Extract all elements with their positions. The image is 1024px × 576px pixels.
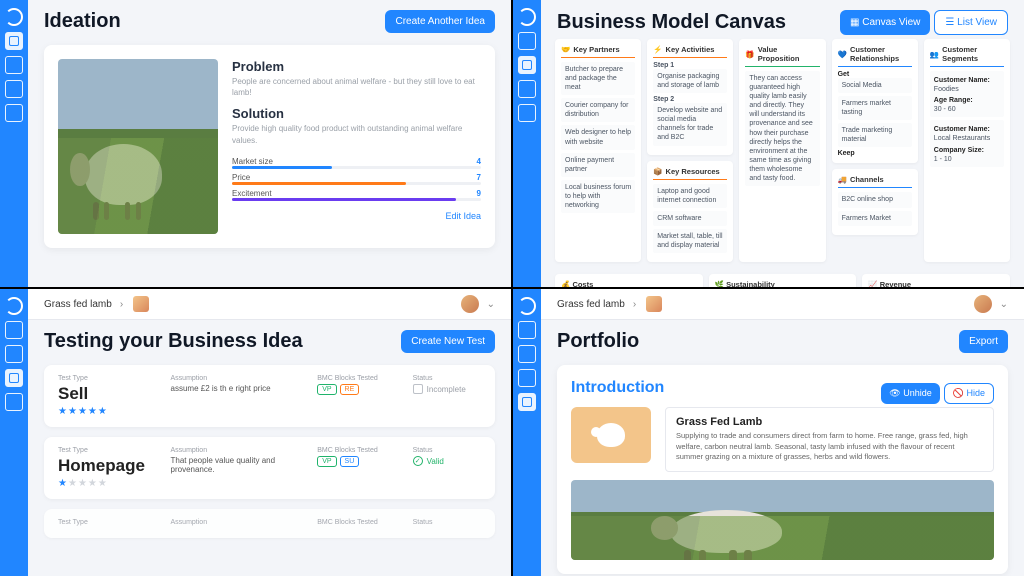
chevron-down-icon[interactable]: ⌄ [487,299,495,310]
list-item: Online payment partner [561,153,635,177]
nav-testing-icon[interactable] [5,369,23,387]
list-item: Farmers Market [838,211,912,226]
truck-icon: 🚚 [838,175,847,184]
panel-bmc: Business Model Canvas ▦ Canvas View ☰ Li… [513,0,1024,287]
nav-ideation-icon[interactable] [5,321,23,339]
coin-icon: 💰 [561,280,570,287]
block-costs: 💰 Costs Annual Fixed Costs3,600 [555,274,703,287]
page-title: Portfolio [557,330,639,353]
create-test-button[interactable]: Create New Test [401,330,495,353]
intro-heading: Introduction [571,379,664,397]
metric-row: Market size4 [232,157,481,166]
chevron-down-icon[interactable]: ⌄ [1000,299,1008,310]
block-revenue: 📈 Revenue Revenue Model:Pay per box [862,274,1010,287]
sidebar [0,0,28,287]
chevron-right-icon: › [120,299,123,310]
project-avatar [646,296,662,312]
app-logo-icon[interactable] [5,297,23,315]
unhide-button[interactable]: 👁 Unhide [881,383,939,404]
block-sustainability: 🌿 Sustainability Good Health and Well Be… [709,274,857,287]
nav-portfolio-icon[interactable] [518,393,536,411]
users-icon: 👥 [930,50,939,59]
list-item: CRM software [653,211,727,226]
create-idea-button[interactable]: Create Another Idea [385,10,495,33]
canvas-view-button[interactable]: ▦ Canvas View [840,10,930,35]
list-item: Butcher to prepare and package the meat [561,62,635,95]
metric-row: Excitement9 [232,189,481,198]
sidebar [0,289,28,576]
app-logo-icon[interactable] [518,297,536,315]
edit-idea-link[interactable]: Edit Idea [445,211,481,221]
handshake-icon: 🤝 [561,45,570,54]
app-logo-icon[interactable] [518,8,536,26]
test-card[interactable]: Test Type Assumption BMC Blocks Tested S… [44,509,495,538]
list-item: Laptop and good internet connection [653,184,727,208]
hide-button[interactable]: 🚫 Hide [944,383,994,404]
lightning-icon: ⚡ [653,45,662,54]
idea-card: Problem People are concerned about anima… [44,45,495,248]
nav-canvas-icon[interactable] [5,345,23,363]
chevron-right-icon: › [633,299,636,310]
user-avatar[interactable] [461,295,479,313]
panel-ideation: Ideation Create Another Idea ← → Problem… [0,0,511,287]
app-logo-icon[interactable] [5,8,23,26]
nav-ideation-icon[interactable] [518,32,536,50]
block-key-resources: 📦Key Resources Laptop and good internet … [647,161,733,262]
problem-text: People are concerned about animal welfar… [232,76,481,98]
nav-ideation-icon[interactable] [5,32,23,50]
solution-text: Provide high quality food product with o… [232,123,481,145]
sidebar [513,0,541,287]
leaf-icon: 🌿 [715,280,724,287]
box-icon: 📦 [653,167,662,176]
export-button[interactable]: Export [959,330,1008,353]
list-item: Market stall, table, till and display ma… [653,229,727,253]
gift-icon: 🎁 [745,50,754,59]
metric-row: Price7 [232,173,481,182]
block-key-partners: 🤝Key Partners Butcher to prepare and pac… [555,39,641,262]
page-title: Testing your Business Idea [44,330,303,353]
project-summary: Grass Fed Lamb Supplying to trade and co… [665,407,994,472]
nav-canvas-icon[interactable] [518,56,536,74]
project-logo [571,407,651,463]
test-card[interactable]: Test TypeHomepage★★★★★ AssumptionThat pe… [44,437,495,499]
nav-canvas-icon[interactable] [518,345,536,363]
checkbox-icon[interactable] [413,384,423,394]
user-avatar[interactable] [974,295,992,313]
problem-heading: Problem [232,59,481,74]
breadcrumb: Grass fed lamb › ⌄ [541,289,1024,320]
project-avatar [133,296,149,312]
nav-portfolio-icon[interactable] [5,393,23,411]
list-item: Courier company for distribution [561,98,635,122]
portfolio-intro-card: Introduction 👁 Unhide 🚫 Hide Grass Fed L… [557,365,1008,574]
page-title: Business Model Canvas [557,11,786,34]
hero-image [571,480,994,560]
nav-portfolio-icon[interactable] [518,104,536,122]
block-value-proposition: 🎁Value Proposition They can access guara… [739,39,825,262]
idea-image [58,59,218,234]
test-card[interactable]: Test TypeSell★★★★★ Assumptionassume £2 i… [44,365,495,427]
panel-portfolio: Grass fed lamb › ⌄ Portfolio Export Intr… [513,289,1024,576]
sidebar [513,289,541,576]
list-item: Local business forum to help with networ… [561,180,635,213]
list-item: B2C online shop [838,192,912,207]
nav-ideation-icon[interactable] [518,321,536,339]
list-item: Web designer to help with website [561,125,635,149]
check-icon: ✓ [413,456,423,466]
nav-testing-icon[interactable] [5,80,23,98]
chart-icon: 📈 [868,280,877,287]
panel-testing: Grass fed lamb › ⌄ Testing your Business… [0,289,511,576]
block-customer-relationships: 💙Customer Relationships Get Social Media… [832,39,918,163]
nav-portfolio-icon[interactable] [5,104,23,122]
list-view-button[interactable]: ☰ List View [934,10,1008,35]
breadcrumb: Grass fed lamb › ⌄ [28,289,511,320]
heart-icon: 💙 [838,50,847,59]
page-title: Ideation [44,10,121,33]
solution-heading: Solution [232,106,481,121]
block-key-activities: ⚡Key Activities Step 1 Organise packagin… [647,39,733,155]
nav-canvas-icon[interactable] [5,56,23,74]
block-channels: 🚚Channels B2C online shopFarmers Market [832,169,918,234]
nav-testing-icon[interactable] [518,369,536,387]
nav-testing-icon[interactable] [518,80,536,98]
block-customer-segments: 👥Customer Segments Customer Name:Foodies… [924,39,1010,262]
